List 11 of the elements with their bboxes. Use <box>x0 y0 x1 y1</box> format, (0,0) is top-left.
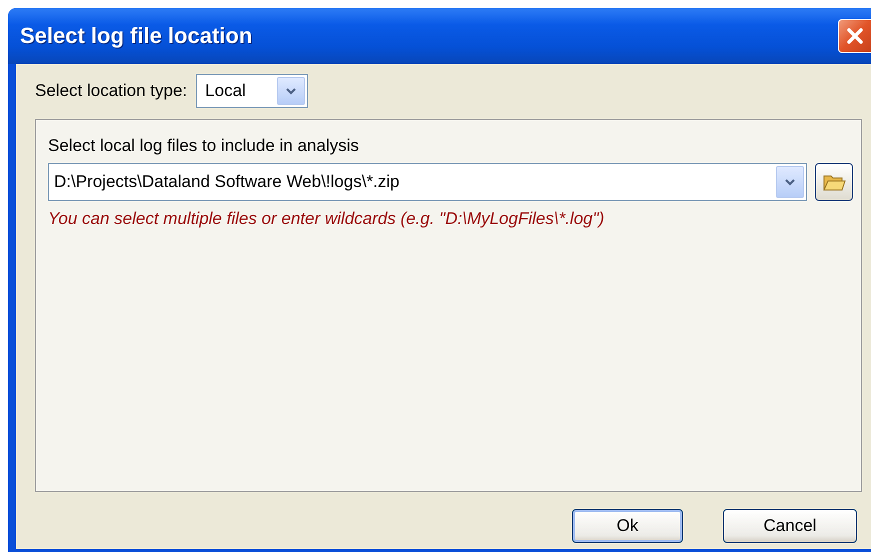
files-label: Select local log files to include in analysis <box>48 136 360 156</box>
path-combobox[interactable]: D:\Projects\Dataland Software Web\!logs\*.zip <box>48 163 808 201</box>
browse-button[interactable] <box>815 163 853 201</box>
close-button[interactable] <box>838 19 871 53</box>
close-icon <box>845 26 865 46</box>
cancel-button[interactable]: Cancel <box>723 509 857 543</box>
location-type-dropdown[interactable]: Local <box>196 74 308 108</box>
location-type-label: Select location type: <box>35 81 188 101</box>
hint-text: You can select multiple files or enter wildcards (e.g. "D:\MyLogFiles\*.log") <box>48 209 606 229</box>
window-title: Select log file location <box>20 23 252 49</box>
ok-button[interactable]: Ok <box>572 509 683 543</box>
